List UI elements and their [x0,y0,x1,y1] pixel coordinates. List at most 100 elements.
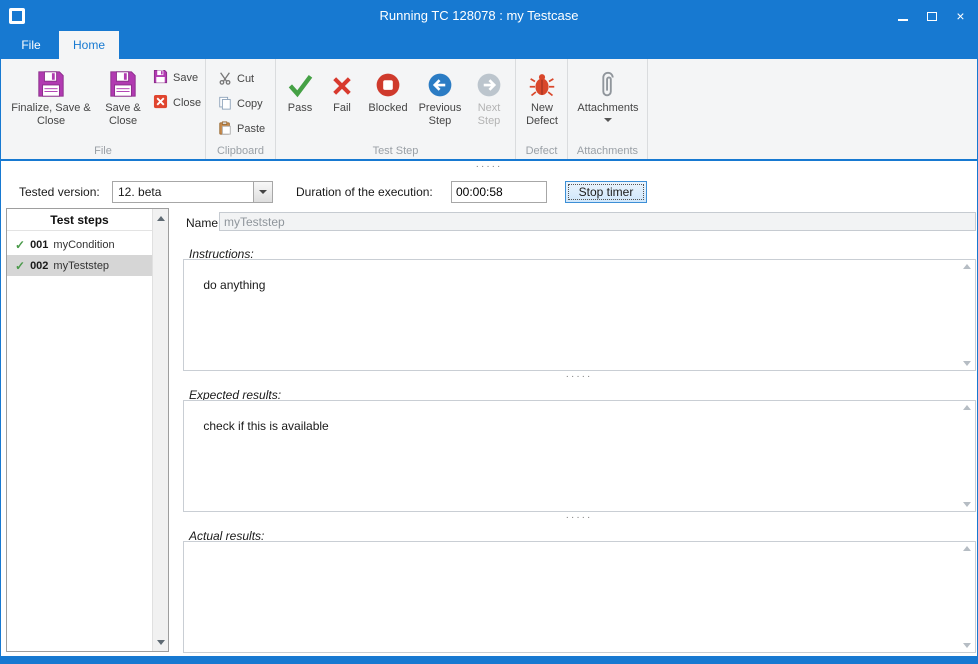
attachments-label: Attachments [577,102,638,115]
step-name: myTeststep [53,260,109,272]
attachments-dropdown-icon [604,118,612,122]
scroll-down-icon[interactable] [963,502,971,507]
scroll-down-button[interactable] [153,634,168,650]
group-label-clipboard: Clipboard [206,145,275,157]
maximize-icon [927,12,937,21]
duration-label: Duration of the execution: [296,185,433,199]
step-number: 001 [30,239,48,251]
step-name: myCondition [53,239,114,251]
save-button[interactable]: Save [149,67,205,89]
pass-label: Pass [288,102,312,115]
chevron-down-icon [259,190,267,194]
step-check-icon: ✓ [15,238,25,252]
save-small-icon [153,69,168,87]
step-number: 002 [30,260,48,272]
clipboard-icon [218,121,232,138]
close-red-icon [153,94,168,112]
pass-check-icon [286,63,314,99]
ribbon-group-test-step: Pass Fail Blocked Previous Step [276,59,516,159]
tested-version-label: Tested version: [19,185,100,199]
save-and-close-button[interactable]: Save & Close [98,63,148,141]
scroll-up-button[interactable] [153,210,168,226]
scroll-up-icon [157,216,165,221]
scroll-down-icon [157,640,165,645]
paste-button[interactable]: Paste [214,118,270,140]
blocked-stop-icon [374,63,402,99]
test-step-row-2[interactable]: ✓ 002 myTeststep [7,255,152,276]
close-icon: × [956,8,964,24]
attachments-button[interactable]: Attachments [571,63,645,141]
expected-results-textbox[interactable]: check if this is available [183,400,976,512]
window-controls: × [888,1,975,31]
new-defect-button[interactable]: New Defect [518,63,566,141]
app-window: Running TC 128078 : my Testcase × File H… [0,0,978,664]
pass-button[interactable]: Pass [278,63,322,141]
save-and-close-label: Save & Close [98,102,148,128]
cut-label: Cut [237,73,254,85]
minimize-icon [898,19,908,21]
next-arrow-icon [475,63,503,99]
ribbon: Finalize, Save & Close Save & Close Save… [1,59,977,161]
duration-input[interactable] [451,181,547,203]
name-input[interactable] [219,212,976,231]
previous-step-button[interactable]: Previous Step [414,63,466,141]
horizontal-splitter[interactable]: ····· [1,164,977,172]
instructions-text: do anything [203,278,265,292]
close-button[interactable]: × [946,1,975,31]
finalize-save-close-label: Finalize, Save & Close [5,102,97,128]
copy-label: Copy [237,98,263,110]
scroll-up-icon[interactable] [963,405,971,410]
next-step-label: Next Step [466,102,512,128]
title-bar: Running TC 128078 : my Testcase × [1,1,977,31]
close-ribbon-button[interactable]: Close [149,92,205,114]
test-step-row-1[interactable]: ✓ 001 myCondition [7,234,152,255]
steps-scrollbar[interactable] [152,209,168,651]
finalize-save-close-button[interactable]: Finalize, Save & Close [5,63,97,141]
window-title: Running TC 128078 : my Testcase [81,1,877,31]
new-defect-label: New Defect [518,102,566,128]
copy-icon [218,96,232,113]
actual-results-textbox[interactable] [183,541,976,653]
group-label-defect: Defect [516,145,567,157]
test-steps-panel: Test steps ✓ 001 myCondition ✓ 002 myTes… [6,208,169,652]
window-bottom-border [1,656,977,663]
group-label-attachments: Attachments [568,145,647,157]
scissors-icon [218,71,232,88]
close-label: Close [173,97,201,109]
combobox-dropdown-button[interactable] [253,182,272,202]
tab-home[interactable]: Home [59,31,119,59]
maximize-button[interactable] [917,1,946,31]
fail-label: Fail [333,102,351,115]
stop-timer-button[interactable]: Stop timer [565,181,647,203]
save-label: Save [173,72,198,84]
save-icon [108,63,138,99]
app-icon [9,8,25,24]
ribbon-tab-bar: File Home [1,31,977,59]
expected-results-text: check if this is available [203,419,328,433]
horizontal-splitter[interactable]: ····· [181,515,977,523]
scroll-up-icon[interactable] [963,264,971,269]
horizontal-splitter[interactable]: ····· [181,374,977,382]
next-step-button[interactable]: Next Step [466,63,512,141]
minimize-button[interactable] [888,1,917,31]
ribbon-group-defect: New Defect Defect [516,59,568,159]
scroll-down-icon[interactable] [963,361,971,366]
fail-button[interactable]: Fail [322,63,362,141]
tab-file[interactable]: File [7,31,55,59]
step-check-icon: ✓ [15,259,25,273]
cut-button[interactable]: Cut [214,68,270,90]
ribbon-group-clipboard: Cut Copy Paste Clipboard [206,59,276,159]
group-label-file: File [1,145,205,157]
tested-version-combobox[interactable]: 12. beta [112,181,273,203]
blocked-button[interactable]: Blocked [362,63,414,141]
instructions-textbox[interactable]: do anything [183,259,976,371]
paste-label: Paste [237,123,265,135]
bug-icon [528,63,556,99]
copy-button[interactable]: Copy [214,93,270,115]
ribbon-group-attachments: Attachments Attachments [568,59,648,159]
scroll-down-icon[interactable] [963,643,971,648]
scroll-up-icon[interactable] [963,546,971,551]
previous-step-label: Previous Step [414,102,466,128]
blocked-label: Blocked [368,102,407,115]
name-label: Name: [186,216,221,230]
